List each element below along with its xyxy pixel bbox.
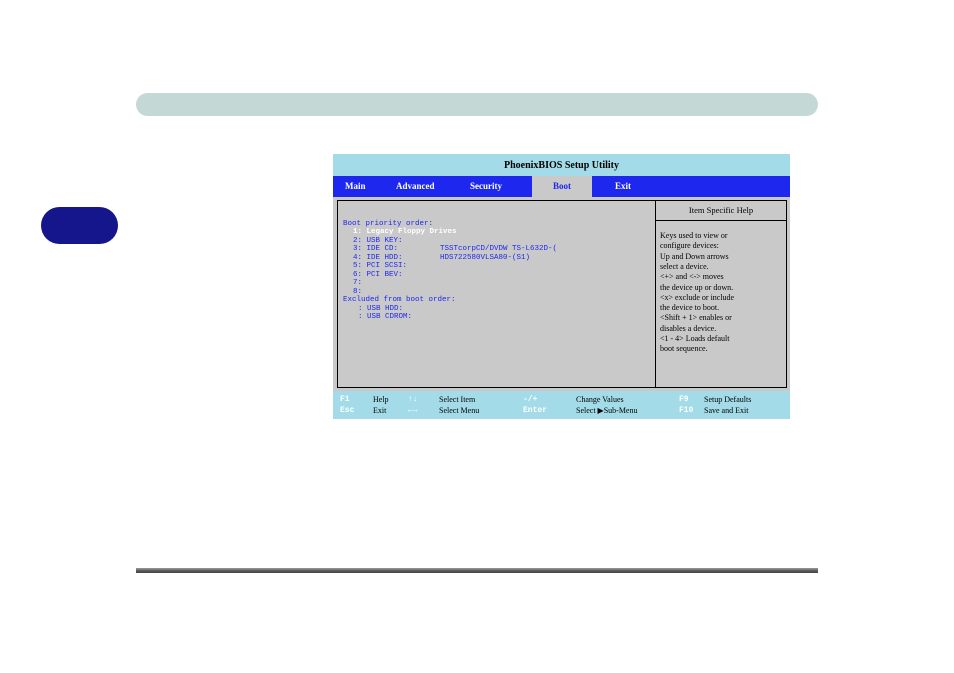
help-line: <Shift + 1> enables or <box>660 313 732 323</box>
excluded-header: Excluded from boot order: <box>343 296 456 304</box>
menu-security[interactable]: Security <box>470 176 502 197</box>
help-line: <1 - 4> Loads default <box>660 334 730 343</box>
menu-advanced[interactable]: Advanced <box>396 176 435 197</box>
change-values-label: Change Values <box>576 395 624 404</box>
bios-key-legend: F1 Help ↑↓ Select Item -/+ Change Values… <box>333 391 790 419</box>
exit-label: Exit <box>373 406 387 415</box>
key-plus-minus[interactable]: -/+ <box>523 395 537 405</box>
boot-item-7[interactable]: 7: <box>353 279 362 288</box>
key-f1[interactable]: F1 <box>340 395 350 405</box>
save-exit-label: Save and Exit <box>704 406 749 415</box>
boot-item-4-value: HDS722580VLSA80-(S1) <box>440 254 531 262</box>
help-line: <x> exclude or include <box>660 292 735 302</box>
excluded-item-2[interactable]: : USB CDROM: <box>358 313 412 322</box>
boot-item-3-value: TSSTcorpCD/DVDW TS-L632D-( <box>440 245 558 253</box>
help-line: boot sequence. <box>660 344 708 354</box>
key-f1-label: Help <box>373 395 389 404</box>
help-line: <+> and <-> moves <box>660 272 724 282</box>
key-esc[interactable]: Esc <box>340 406 354 416</box>
left-right-arrow-icon[interactable]: ←→ <box>408 406 418 416</box>
boot-item-1[interactable]: 1: Legacy Floppy Drives <box>353 228 457 237</box>
select-menu-label: Select Menu <box>439 406 480 415</box>
boot-options-panel: Boot priority order: 1: Legacy Floppy Dr… <box>337 200 656 388</box>
menu-main[interactable]: Main <box>345 176 366 197</box>
select-submenu-label: Select ▶Sub-Menu <box>576 406 638 415</box>
help-line: configure devices: <box>660 241 719 251</box>
help-line: Keys used to view or <box>660 231 728 240</box>
key-enter[interactable]: Enter <box>523 406 547 416</box>
bios-menu-bar: Main Advanced Security Boot Exit <box>333 176 790 197</box>
help-line: the device up or down. <box>660 282 734 292</box>
menu-exit[interactable]: Exit <box>615 176 631 197</box>
up-down-arrow-icon[interactable]: ↑↓ <box>408 395 418 405</box>
help-line: Up and Down arrows <box>660 251 729 261</box>
bios-screen: PhoenixBIOS Setup Utility Main Advanced … <box>333 154 790 419</box>
footer-rule <box>136 568 818 573</box>
help-header: Item Specific Help <box>656 201 786 221</box>
key-f10[interactable]: F10 <box>679 406 693 416</box>
page-header-bar <box>136 93 818 116</box>
bios-title: PhoenixBIOS Setup Utility <box>333 154 790 176</box>
boot-item-5[interactable]: 5: PCI SCSI: <box>353 262 407 271</box>
item-help-panel: Item Specific Help Keys used to view or … <box>656 200 787 388</box>
boot-item-3[interactable]: 3: IDE CD: <box>353 245 398 254</box>
help-line: disables a device. <box>660 323 717 333</box>
menu-boot[interactable]: Boot <box>532 176 592 197</box>
select-item-label: Select Item <box>439 395 476 404</box>
chapter-tab <box>41 207 118 244</box>
setup-defaults-label: Setup Defaults <box>704 395 752 404</box>
help-line: the device to boot. <box>660 303 720 313</box>
key-f9[interactable]: F9 <box>679 395 689 405</box>
help-line: select a device. <box>660 261 709 271</box>
